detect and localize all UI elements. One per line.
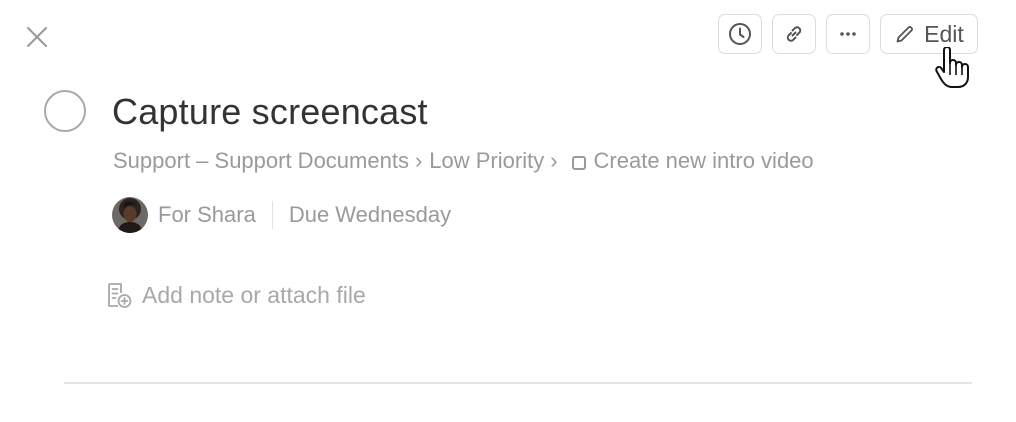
history-button[interactable] (718, 14, 762, 54)
add-note-field[interactable]: Add note or attach file (105, 281, 366, 309)
breadcrumb-separator: › (550, 148, 558, 173)
more-options-button[interactable] (826, 14, 870, 54)
task-meta-row: For Shara Due Wednesday (112, 197, 451, 233)
link-icon (786, 26, 802, 42)
history-icon (729, 23, 751, 45)
add-note-placeholder: Add note or attach file (142, 281, 366, 308)
avatar[interactable] (112, 197, 148, 233)
copy-link-button[interactable] (772, 14, 816, 54)
breadcrumb-separator: › (414, 148, 423, 173)
edit-button-label: Edit (924, 20, 964, 47)
close-icon (27, 27, 47, 47)
close-button[interactable] (22, 22, 52, 52)
pencil-icon (896, 26, 914, 43)
task-title[interactable]: Capture screencast (112, 91, 428, 133)
breadcrumb-parent-task[interactable]: Create new intro video (594, 148, 814, 174)
section-divider (64, 382, 972, 384)
more-icon (840, 32, 856, 36)
breadcrumb-project[interactable]: Support – Support Documents (113, 148, 409, 174)
parent-task-checkbox-icon (571, 156, 586, 170)
assignee-label[interactable]: For Shara (158, 202, 256, 228)
hand-cursor-icon (935, 47, 969, 88)
breadcrumb-section[interactable]: Low Priority (429, 148, 544, 174)
note-attach-icon (108, 283, 132, 308)
breadcrumb: Support – Support Documents › Low Priori… (113, 148, 814, 174)
meta-divider (271, 201, 273, 229)
due-date-label[interactable]: Due Wednesday (289, 202, 451, 228)
task-complete-checkbox[interactable] (44, 90, 86, 132)
